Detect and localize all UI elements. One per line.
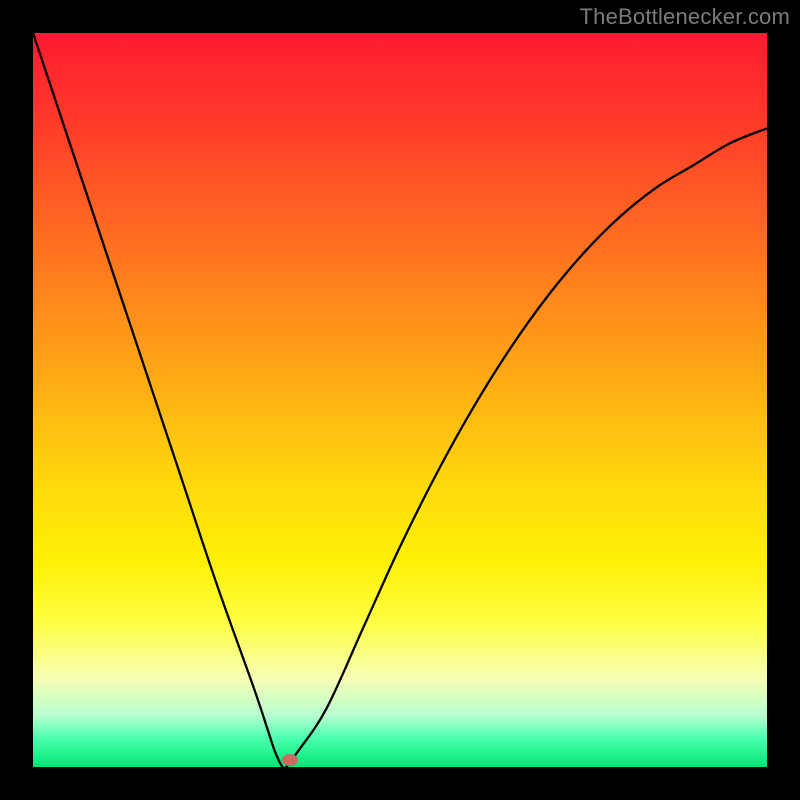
bottleneck-curve: [33, 33, 767, 767]
chart-frame: TheBottlenecker.com: [0, 0, 800, 800]
attribution-label: TheBottlenecker.com: [580, 4, 790, 30]
plot-area: [33, 33, 767, 767]
optimal-point-marker: [282, 754, 298, 766]
